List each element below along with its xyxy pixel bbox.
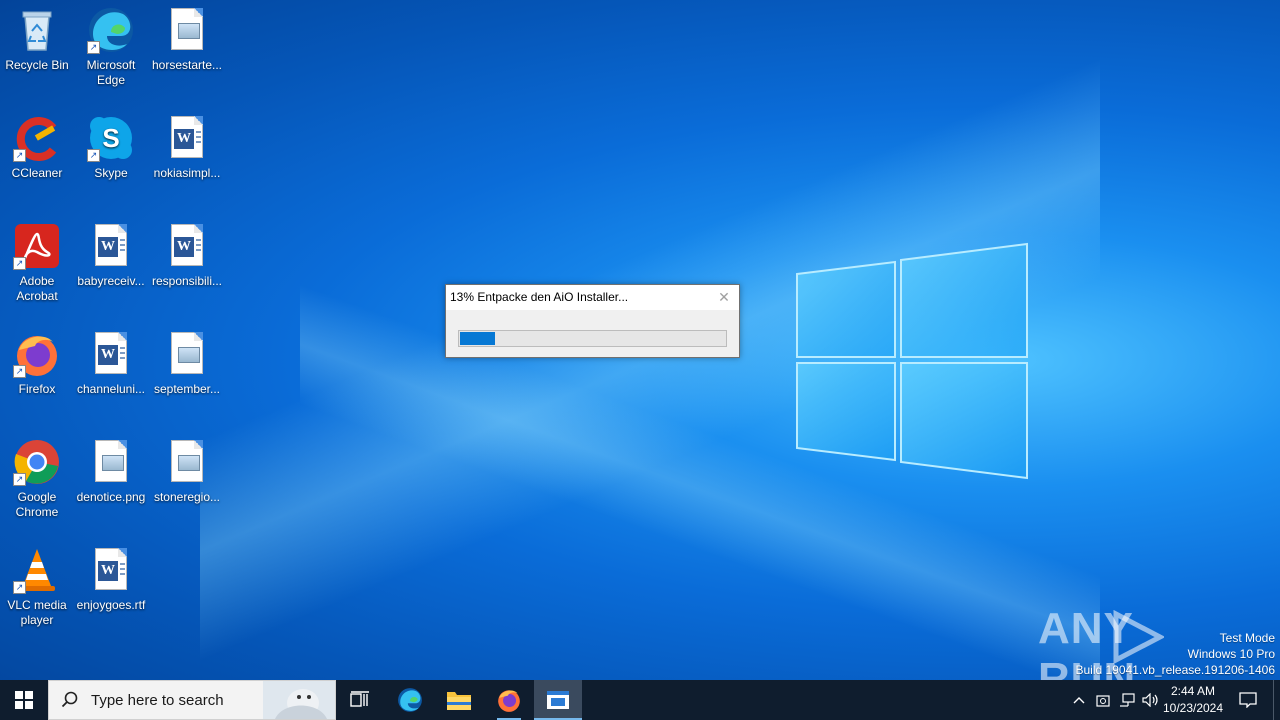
- desktop-icon-channeluni[interactable]: W channeluni...: [73, 330, 149, 397]
- desktop-icon-label: Firefox: [18, 382, 56, 396]
- skype-icon: S ↗: [87, 114, 135, 162]
- shortcut-arrow-icon: ↗: [13, 257, 26, 270]
- taskbar-installer-button[interactable]: [534, 680, 582, 720]
- desktop-icon-label: channeluni...: [76, 382, 146, 396]
- dialog-title: 13% Entpacke den AiO Installer...: [450, 290, 629, 304]
- show-hidden-icons-button[interactable]: [1068, 680, 1090, 720]
- svg-text:S: S: [102, 123, 119, 153]
- desktop-icon-microsoft-edge[interactable]: ↗ Microsoft Edge: [73, 6, 149, 88]
- word-document-icon: W: [87, 330, 135, 378]
- clock[interactable]: 2:44 AM 10/23/2024: [1158, 683, 1228, 717]
- dialog-titlebar[interactable]: 13% Entpacke den AiO Installer... ✕: [446, 285, 739, 310]
- progress-bar-fill: [460, 332, 495, 345]
- desktop-icon-skype[interactable]: S ↗ Skype: [73, 114, 149, 181]
- adobe-acrobat-icon: ↗: [13, 222, 61, 270]
- search-highlight-image-icon: [263, 681, 335, 719]
- shortcut-arrow-icon: ↗: [87, 149, 100, 162]
- desktop-icon-recycle-bin[interactable]: Recycle Bin: [0, 6, 75, 73]
- desktop-icon-responsibili[interactable]: W responsibili...: [149, 222, 225, 289]
- word-document-icon: W: [163, 114, 211, 162]
- desktop-icon-label: enjoygoes.rtf: [76, 598, 146, 612]
- desktop-icon-label: Recycle Bin: [5, 58, 69, 72]
- tray-app-icon[interactable]: [1092, 680, 1114, 720]
- tray-device-icon: [1096, 695, 1110, 707]
- desktop-icon-ccleaner[interactable]: ↗ CCleaner: [0, 114, 75, 181]
- desktop-icon-label: Adobe Acrobat: [16, 274, 58, 303]
- word-document-icon: W: [87, 222, 135, 270]
- shortcut-arrow-icon: ↗: [87, 41, 100, 54]
- windows-logo-wallpaper: [796, 242, 1028, 480]
- progress-bar: [458, 330, 727, 347]
- chrome-icon: ↗: [13, 438, 61, 486]
- notification-icon: [1239, 692, 1257, 708]
- system-info-watermark: Test Mode Windows 10 Pro Build 19041.vb_…: [1076, 630, 1276, 678]
- desktop-icon-label: stoneregio...: [153, 490, 221, 504]
- desktop-icon-babyreceiv[interactable]: W babyreceiv...: [73, 222, 149, 289]
- task-view-icon: [350, 691, 369, 707]
- task-view-button[interactable]: [336, 680, 384, 720]
- taskbar: Type here to search 2:44 AM 10/23/2024: [0, 680, 1280, 720]
- desktop-icon-label: september...: [153, 382, 221, 396]
- recycle-bin-icon: [13, 6, 61, 54]
- desktop-icon-firefox[interactable]: ↗ Firefox: [0, 330, 75, 397]
- installer-window-icon: [547, 691, 569, 709]
- desktop-icon-label: denotice.png: [76, 490, 146, 504]
- shortcut-arrow-icon: ↗: [13, 581, 26, 594]
- shortcut-arrow-icon: ↗: [13, 149, 26, 162]
- desktop-icon-stoneregio[interactable]: stoneregio...: [149, 438, 225, 505]
- image-file-icon: [163, 438, 211, 486]
- build-text: Build 19041.vb_release.191206-1406: [1075, 663, 1276, 677]
- search-icon: [61, 691, 78, 708]
- network-icon: [1120, 693, 1135, 707]
- action-center-button[interactable]: [1234, 680, 1262, 720]
- desktop-icon-nokiasimpl[interactable]: W nokiasimpl...: [149, 114, 225, 181]
- taskbar-firefox-button[interactable]: [485, 680, 533, 720]
- close-icon[interactable]: ✕: [715, 288, 733, 306]
- desktop-icon-adobe-acrobat[interactable]: ↗ Adobe Acrobat: [0, 222, 75, 304]
- shortcut-arrow-icon: ↗: [13, 473, 26, 486]
- shortcut-arrow-icon: ↗: [13, 365, 26, 378]
- installer-progress-dialog: 13% Entpacke den AiO Installer... ✕: [445, 284, 740, 358]
- desktop-icon-enjoygoes[interactable]: W enjoygoes.rtf: [73, 546, 149, 613]
- image-file-icon: [163, 6, 211, 54]
- word-document-icon: W: [87, 546, 135, 594]
- clock-date: 10/23/2024: [1162, 701, 1224, 715]
- edge-icon: ↗: [87, 6, 135, 54]
- desktop-icon-denotice[interactable]: denotice.png: [73, 438, 149, 505]
- firefox-icon: [498, 690, 520, 712]
- edge-icon: [398, 688, 422, 712]
- network-button[interactable]: [1116, 680, 1138, 720]
- desktop-icon-label: nokiasimpl...: [153, 166, 221, 180]
- chevron-up-icon: [1073, 697, 1085, 704]
- desktop-icon-label: Microsoft Edge: [86, 58, 136, 87]
- ccleaner-icon: ↗: [13, 114, 61, 162]
- image-file-icon: [87, 438, 135, 486]
- vlc-icon: ↗: [13, 546, 61, 594]
- desktop-icon-google-chrome[interactable]: ↗ Google Chrome: [0, 438, 75, 520]
- image-file-icon: [163, 330, 211, 378]
- taskbar-edge-button[interactable]: [386, 680, 434, 720]
- word-document-icon: W: [163, 222, 211, 270]
- firefox-icon: ↗: [13, 330, 61, 378]
- desktop-icon-vlc[interactable]: ↗ VLC media player: [0, 546, 75, 628]
- desktop-icon-label: Skype: [94, 166, 128, 180]
- os-edition-text: Windows 10 Pro: [1187, 647, 1275, 661]
- clock-time: 2:44 AM: [1170, 684, 1216, 698]
- desktop-icon-label: CCleaner: [11, 166, 63, 180]
- start-button[interactable]: [0, 680, 48, 720]
- desktop-icon-label: Google Chrome: [15, 490, 59, 519]
- windows-start-icon: [15, 691, 33, 709]
- desktop-icon-label: responsibili...: [151, 274, 223, 288]
- desktop-icon-label: babyreceiv...: [77, 274, 145, 288]
- taskbar-file-explorer-button[interactable]: [435, 680, 483, 720]
- search-box[interactable]: Type here to search: [48, 680, 336, 720]
- test-mode-text: Test Mode: [1219, 631, 1275, 645]
- desktop-icon-horsestarte[interactable]: horsestarte...: [149, 6, 225, 73]
- show-desktop-button[interactable]: [1273, 680, 1280, 720]
- desktop-icon-label: horsestarte...: [151, 58, 223, 72]
- desktop-icon-label: VLC media player: [7, 598, 67, 627]
- folder-icon: [447, 692, 471, 710]
- desktop-icon-september[interactable]: september...: [149, 330, 225, 397]
- search-placeholder: Type here to search: [91, 691, 224, 709]
